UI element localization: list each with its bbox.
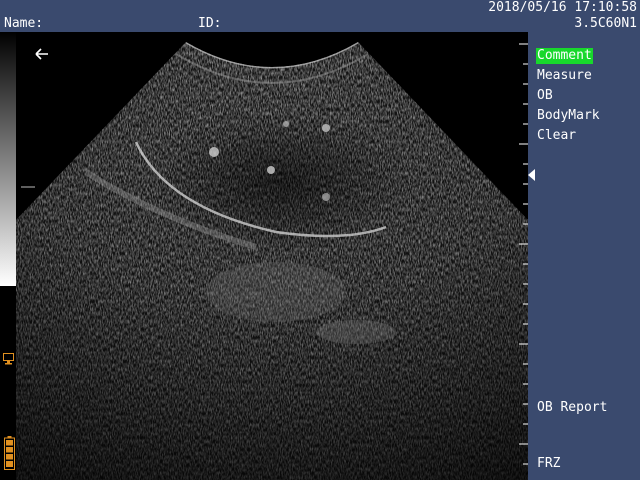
probe-label: 3.5C60N1 bbox=[574, 16, 637, 31]
left-status-strip bbox=[0, 32, 16, 480]
ultrasound-image[interactable] bbox=[16, 32, 528, 480]
ob-report-button[interactable]: OB Report bbox=[536, 400, 608, 416]
monitor-icon bbox=[3, 350, 14, 369]
menu-item-bodymark[interactable]: BodyMark bbox=[536, 108, 601, 124]
ultrasound-scan bbox=[16, 42, 528, 480]
grayscale-bar bbox=[0, 32, 16, 286]
top-status-bar: Name: ID: 2018/05/16 17:10:58 3.5C60N1 bbox=[0, 0, 640, 32]
menu-item-ob[interactable]: OB bbox=[536, 88, 554, 104]
depth-scale bbox=[519, 43, 528, 465]
arrow-left-icon[interactable] bbox=[34, 46, 50, 65]
patient-id-label: ID: bbox=[198, 16, 222, 31]
menu-item-clear[interactable]: Clear bbox=[536, 128, 577, 144]
menu-item-measure[interactable]: Measure bbox=[536, 68, 593, 84]
patient-name-label: Name: bbox=[4, 16, 44, 31]
datetime-display: 2018/05/16 17:10:58 bbox=[488, 0, 637, 15]
menu-item-comment[interactable]: Comment bbox=[536, 48, 593, 64]
battery-icon bbox=[4, 436, 15, 474]
freeze-button[interactable]: FRZ bbox=[536, 456, 561, 472]
right-menu-panel: Comment Measure OB BodyMark Clear OB Rep… bbox=[528, 32, 640, 480]
focus-marker-icon bbox=[528, 166, 536, 185]
